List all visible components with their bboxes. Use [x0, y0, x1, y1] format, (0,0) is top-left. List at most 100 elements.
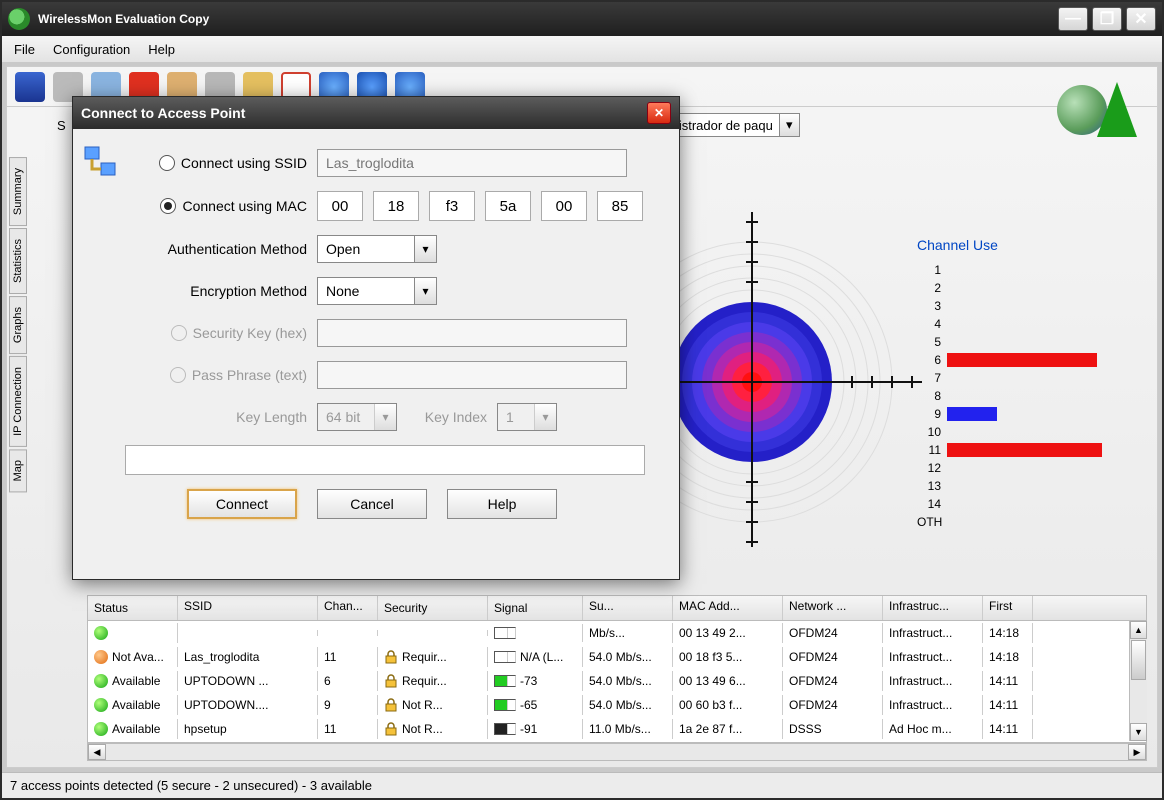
auth-label: Authentication Method [137, 241, 317, 257]
seckey-input [317, 319, 627, 347]
channel-row: 13 [917, 477, 1137, 495]
table-row[interactable]: Mb/s... 00 13 49 2... OFDM24 Infrastruct… [88, 621, 1146, 645]
progress-field [125, 445, 645, 475]
ap-vertical-scrollbar[interactable]: ▲ ▼ [1129, 621, 1147, 741]
tab-ipconnection[interactable]: IP Connection [9, 356, 27, 447]
menu-configuration[interactable]: Configuration [53, 42, 130, 57]
chevron-down-icon[interactable]: ▾ [779, 114, 799, 136]
th-first[interactable]: First [983, 596, 1033, 620]
mac-input-3[interactable] [429, 191, 475, 221]
channel-row: 6 [917, 351, 1137, 369]
tab-map[interactable]: Map [9, 449, 27, 492]
network-icon [83, 145, 119, 181]
channel-row: 11 [917, 441, 1137, 459]
passphrase-label: Pass Phrase (text) [192, 367, 307, 383]
save-icon[interactable] [15, 72, 45, 102]
seckey-label: Security Key (hex) [193, 325, 307, 341]
mac-input-4[interactable] [485, 191, 531, 221]
dialog-close-button[interactable]: ✕ [647, 102, 671, 124]
channel-row: 10 [917, 423, 1137, 441]
window-title: WirelessMon Evaluation Copy [38, 12, 1054, 26]
app-logo [1057, 77, 1137, 137]
mac-input-1[interactable] [317, 191, 363, 221]
ssid-label: Connect using SSID [181, 155, 307, 171]
app-icon [8, 8, 30, 30]
tab-summary[interactable]: Summary [9, 157, 27, 226]
enc-select[interactable]: None ▾ [317, 277, 437, 305]
ap-table: Status SSID Chan... Security Signal Su..… [87, 595, 1147, 761]
passphrase-input [317, 361, 627, 389]
channel-row: 5 [917, 333, 1137, 351]
titlebar: WirelessMon Evaluation Copy — ❐ ✕ [2, 2, 1162, 36]
adapter-label-prefix: S [57, 118, 66, 133]
th-channel[interactable]: Chan... [318, 596, 378, 620]
dialog-titlebar: Connect to Access Point ✕ [73, 97, 679, 129]
channel-row: OTH [917, 513, 1137, 531]
scroll-up-icon[interactable]: ▲ [1130, 621, 1147, 639]
tab-statistics[interactable]: Statistics [9, 228, 27, 294]
vertical-tabs: Summary Statistics Graphs IP Connection … [9, 157, 37, 494]
th-mac[interactable]: MAC Add... [673, 596, 783, 620]
tab-graphs[interactable]: Graphs [9, 296, 27, 354]
th-ssid[interactable]: SSID [178, 596, 318, 620]
auth-select[interactable]: Open ▾ [317, 235, 437, 263]
enc-label: Encryption Method [137, 283, 317, 299]
ssid-radio[interactable] [159, 155, 175, 171]
menu-help[interactable]: Help [148, 42, 175, 57]
channel-row: 8 [917, 387, 1137, 405]
scroll-right-icon[interactable]: ▶ [1128, 744, 1146, 760]
seckey-radio [171, 325, 187, 341]
dialog-title: Connect to Access Point [81, 105, 647, 121]
mac-label: Connect using MAC [182, 198, 307, 214]
channel-row: 12 [917, 459, 1137, 477]
status-bar: 7 access points detected (5 secure - 2 u… [2, 772, 1162, 798]
th-security[interactable]: Security [378, 596, 488, 620]
th-infra[interactable]: Infrastruc... [883, 596, 983, 620]
scroll-left-icon[interactable]: ◀ [88, 744, 106, 760]
chevron-down-icon[interactable]: ▾ [414, 236, 436, 262]
minimize-button[interactable]: — [1058, 7, 1088, 31]
keyidx-label: Key Index [397, 409, 497, 425]
status-dot-icon [94, 650, 108, 664]
status-dot-icon [94, 626, 108, 640]
channel-row: 4 [917, 315, 1137, 333]
keylen-select: 64 bit ▾ [317, 403, 397, 431]
status-dot-icon [94, 722, 108, 736]
th-network[interactable]: Network ... [783, 596, 883, 620]
keyidx-select: 1 ▾ [497, 403, 557, 431]
cancel-button[interactable]: Cancel [317, 489, 427, 519]
menu-file[interactable]: File [14, 42, 35, 57]
ssid-input[interactable] [317, 149, 627, 177]
menubar: File Configuration Help [2, 36, 1162, 62]
table-row[interactable]: Not Ava... Las_troglodita 11 Requir... N… [88, 645, 1146, 669]
mac-radio[interactable] [160, 198, 176, 214]
help-button[interactable]: Help [447, 489, 557, 519]
passphrase-radio [170, 367, 186, 383]
th-rates[interactable]: Su... [583, 596, 673, 620]
th-status[interactable]: Status [88, 596, 178, 620]
status-dot-icon [94, 674, 108, 688]
mac-input-5[interactable] [541, 191, 587, 221]
th-signal[interactable]: Signal [488, 596, 583, 620]
table-row[interactable]: Available UPTODOWN ... 6 Requir... -73 5… [88, 669, 1146, 693]
keylen-label: Key Length [137, 409, 317, 425]
channel-use-title: Channel Use [917, 237, 1137, 253]
ap-table-header: Status SSID Chan... Security Signal Su..… [87, 595, 1147, 621]
channel-use-panel: Channel Use 1234567891011121314OTH [917, 237, 1137, 557]
mac-input-2[interactable] [373, 191, 419, 221]
table-row[interactable]: Available hpsetup 11 Not R... -91 11.0 M… [88, 717, 1146, 741]
table-row[interactable]: Available UPTODOWN.... 9 Not R... -65 54… [88, 693, 1146, 717]
close-button[interactable]: ✕ [1126, 7, 1156, 31]
connect-button[interactable]: Connect [187, 489, 297, 519]
ap-horizontal-scrollbar[interactable]: ◀ ▶ [87, 743, 1147, 761]
chevron-down-icon[interactable]: ▾ [414, 278, 436, 304]
chevron-down-icon: ▾ [374, 404, 396, 430]
mac-input-6[interactable] [597, 191, 643, 221]
channel-row: 3 [917, 297, 1137, 315]
maximize-button[interactable]: ❐ [1092, 7, 1122, 31]
scroll-down-icon[interactable]: ▼ [1130, 723, 1147, 741]
channel-row: 9 [917, 405, 1137, 423]
channel-row: 1 [917, 261, 1137, 279]
scroll-thumb[interactable] [1131, 640, 1146, 680]
channel-row: 2 [917, 279, 1137, 297]
